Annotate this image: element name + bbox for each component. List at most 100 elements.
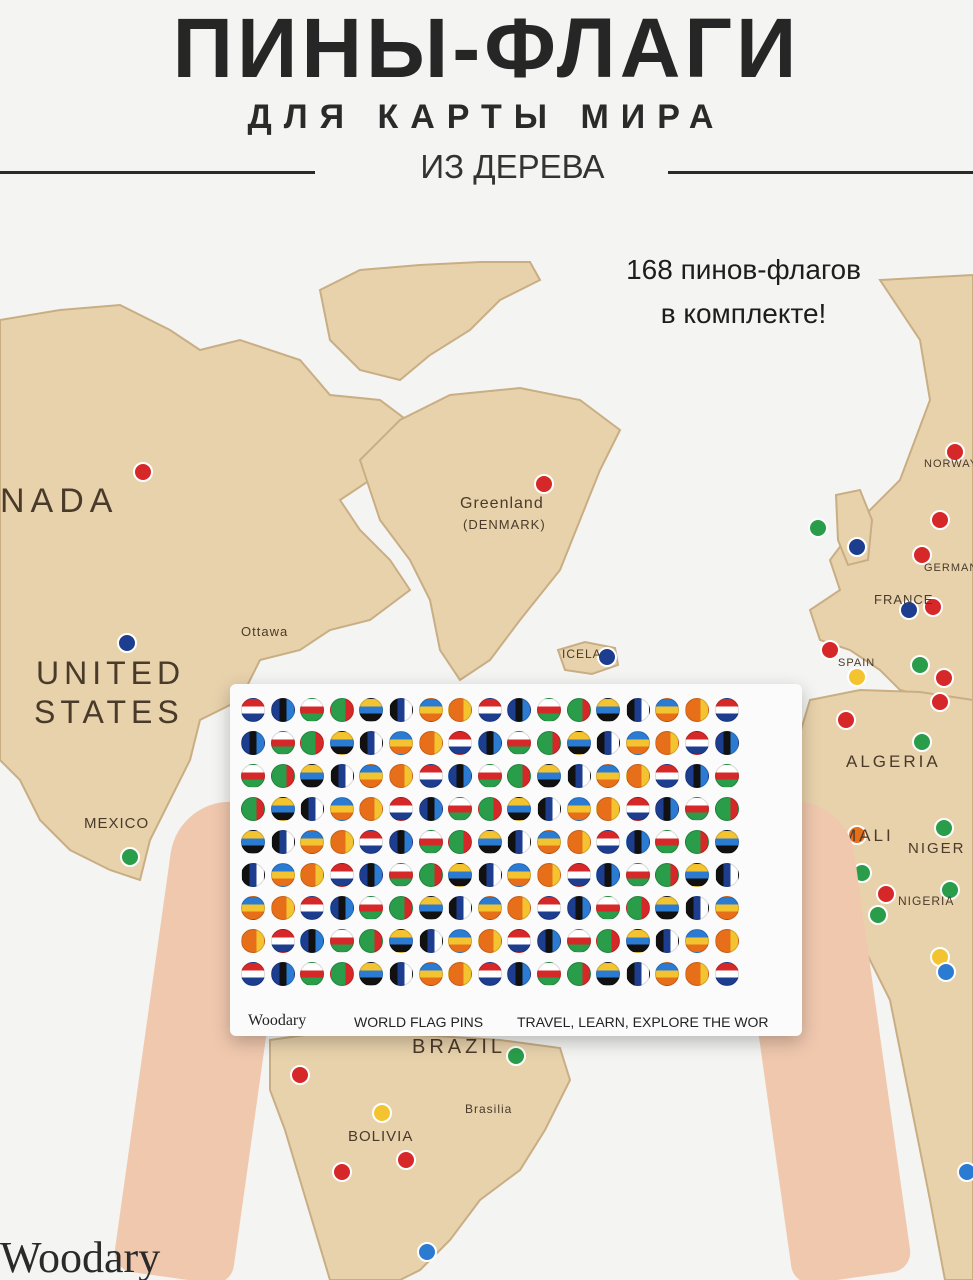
flag-pin [241, 863, 265, 887]
label-bolivia: BOLIVIA [348, 1128, 414, 1145]
flag-pin [329, 830, 354, 854]
flag-pin [596, 698, 621, 722]
flag-pin [714, 731, 739, 755]
flag-pin [655, 896, 680, 920]
flag-pin [270, 764, 295, 788]
flag-pin [359, 830, 384, 854]
callout-line-1: 168 пинов-флагов [626, 254, 861, 285]
flag-pin [448, 962, 473, 986]
flag-pin [507, 830, 532, 854]
flag-pin [536, 962, 561, 986]
flag-pin [477, 830, 502, 854]
flag-pin [418, 797, 443, 821]
flag-pin [448, 929, 473, 953]
flag-pin [684, 698, 709, 722]
flag-pin [596, 962, 621, 986]
flag-pin [477, 929, 502, 953]
flag-pin [536, 698, 561, 722]
flag-pin [270, 830, 295, 854]
flag-pin [388, 797, 413, 821]
flag-pin [596, 929, 621, 953]
flag-pin [596, 830, 621, 854]
flag-pin [448, 797, 473, 821]
flag-pin [566, 698, 591, 722]
flag-pin [329, 731, 354, 755]
label-iceland: ICELA [562, 647, 602, 661]
board-brand: Woodary [248, 1012, 307, 1029]
flag-pin [714, 698, 739, 722]
flag-pin [241, 896, 265, 920]
label-states: STATES [34, 694, 184, 730]
flag-pin [418, 896, 443, 920]
flag-pin [388, 962, 413, 986]
flag-pin [418, 929, 443, 953]
flag-pin [270, 797, 295, 821]
headline: ПИНЫ-ФЛАГИ [172, 1, 801, 95]
footer-brand-logo: Woodary [0, 1233, 161, 1280]
label-niger: NIGER [908, 840, 966, 857]
flag-pin [300, 863, 325, 887]
flag-pin [329, 962, 354, 986]
flag-pin [300, 896, 325, 920]
flag-pin [241, 929, 265, 953]
flag-pin [300, 698, 325, 722]
flag-pin [477, 962, 502, 986]
flag-pin [684, 764, 709, 788]
flag-pin [536, 797, 561, 821]
flag-pin [300, 797, 325, 821]
label-brasilia: Brasilia [465, 1102, 513, 1116]
flag-pin [566, 731, 591, 755]
flag-pin [418, 830, 443, 854]
flag-pin [625, 962, 650, 986]
greenland-shape [358, 386, 622, 682]
flag-pin [655, 698, 680, 722]
flag-pin [418, 731, 443, 755]
flag-pin [714, 797, 739, 821]
flag-pin [566, 929, 591, 953]
south-america-shape [269, 1028, 572, 1280]
flag-pin [625, 896, 650, 920]
flag-pin [388, 698, 413, 722]
label-united: UNITED [36, 655, 186, 691]
label-ottawa: Ottawa [241, 624, 289, 639]
flag-pin [566, 830, 591, 854]
flag-pin [536, 929, 561, 953]
flag-pin [388, 731, 413, 755]
flag-pin [477, 863, 502, 887]
label-germany: GERMANY [924, 562, 973, 574]
flag-pin [684, 797, 709, 821]
flag-pin [300, 929, 325, 953]
flag-pin [448, 896, 473, 920]
callout-line-2: в комплекте! [660, 298, 827, 329]
flag-pin [241, 797, 265, 821]
flag-pins-board: Woodary WORLD FLAG PINS TRAVEL, LEARN, E… [230, 684, 802, 1036]
board-product-name: WORLD FLAG PINS [354, 1014, 484, 1030]
flag-pin [388, 764, 413, 788]
flag-pin [625, 830, 650, 854]
flag-pin [270, 698, 295, 722]
flag-pin [625, 797, 650, 821]
flag-pin [684, 962, 709, 986]
flag-pin [477, 764, 502, 788]
flag-pin [329, 698, 354, 722]
flag-pin [241, 962, 265, 986]
flag-pin [388, 863, 413, 887]
flag-pin [536, 731, 561, 755]
flag-pin [448, 731, 473, 755]
flag-pin [477, 797, 502, 821]
flag-pin [359, 764, 384, 788]
label-denmark: (DENMARK) [463, 517, 546, 532]
flag-pin [596, 764, 621, 788]
flag-pin [596, 896, 621, 920]
flag-pin [536, 764, 561, 788]
flag-pin [655, 731, 680, 755]
label-spain: SPAIN [838, 657, 876, 669]
flag-pin [300, 830, 325, 854]
flag-pin [507, 863, 532, 887]
label-nigeria: NIGERIA [898, 894, 955, 908]
flag-pin [684, 929, 709, 953]
pin-count-callout: 168 пинов-флагов в комплекте! [626, 248, 861, 336]
flag-pin [625, 698, 650, 722]
flag-pin [625, 764, 650, 788]
flag-pin [625, 731, 650, 755]
